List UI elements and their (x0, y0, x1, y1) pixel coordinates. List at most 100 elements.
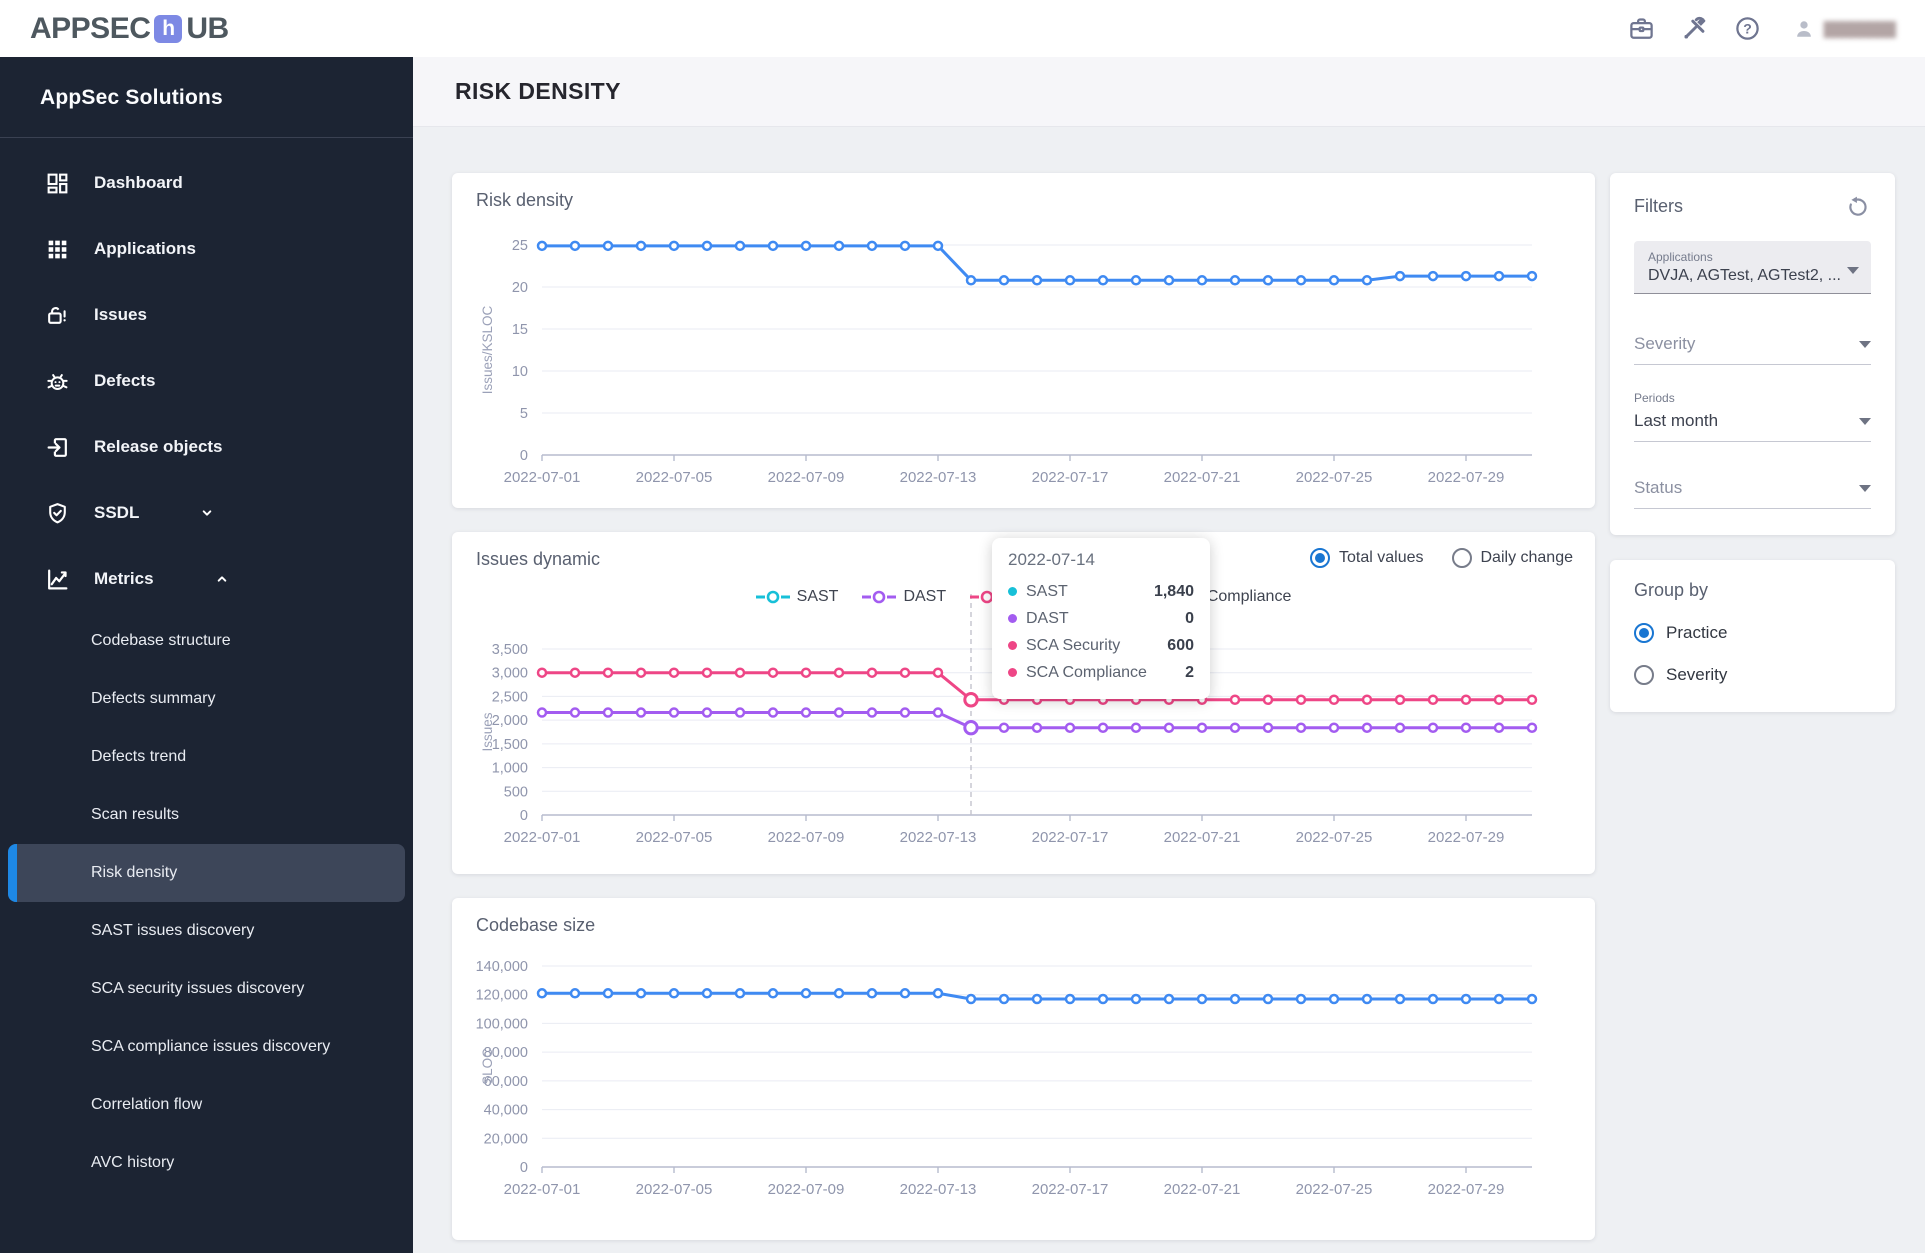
legend-item-sast[interactable]: SAST (755, 588, 838, 606)
severity-select[interactable]: Severity (1634, 334, 1871, 365)
legend-item-dast[interactable]: DAST (862, 588, 946, 606)
radio-label: Daily change (1480, 549, 1574, 566)
content: Risk density 0 5 10 15 20 25 2022-07-01 2022-07… (413, 127, 1925, 1240)
sidebar-item-issues[interactable]: Issues (0, 282, 413, 348)
user-menu[interactable]: ████████ (1793, 18, 1896, 40)
radio-unselected-icon (1634, 665, 1654, 685)
svg-text:3,500: 3,500 (492, 642, 528, 658)
sidebar-item-applications[interactable]: Applications (0, 216, 413, 282)
svg-text:2022-07-17: 2022-07-17 (1032, 1181, 1109, 1198)
svg-text:2022-07-17: 2022-07-17 (1032, 829, 1109, 846)
chart-title-issues-dynamic: Issues dynamic (476, 549, 601, 569)
chart-tooltip: 2022-07-14 SAST 1,840 DAST 0 SCA Security 600… (992, 538, 1210, 699)
sidebar-item-metrics[interactable]: Metrics (0, 546, 413, 612)
sidebar-subitem-sast-issues-discovery[interactable]: SAST issues discovery (8, 902, 405, 960)
tooltip-series-value: 2 (1185, 663, 1194, 681)
help-icon[interactable]: ? (1734, 15, 1761, 42)
status-select[interactable]: Status (1634, 478, 1871, 509)
sidebar-item-label: Release objects (94, 437, 223, 456)
chart-title-risk-density: Risk density (476, 190, 574, 210)
sidebar-title: AppSec Solutions (0, 57, 413, 138)
radio-unselected-icon (1451, 548, 1472, 568)
svg-text:0: 0 (520, 448, 528, 464)
reset-filters-icon[interactable] (1845, 193, 1871, 219)
sidebar-subitem-risk-density[interactable]: Risk density (8, 844, 405, 902)
sidebar-item-label: Applications (94, 239, 197, 258)
svg-text:3,000: 3,000 (492, 666, 528, 682)
charts-column: Risk density 0 5 10 15 20 25 2022-07-01 2022-07… (452, 173, 1595, 1240)
tooltip-series-value: 0 (1185, 609, 1194, 627)
svg-text:2022-07-09: 2022-07-09 (768, 829, 845, 846)
chart-icon (48, 569, 68, 589)
applications-select[interactable]: Applications DVJA, AGTest, AGTest2, ... (1634, 241, 1871, 294)
logo-suffix: UB (186, 11, 229, 45)
svg-text:?: ? (1743, 20, 1752, 36)
chevron-down-icon (1859, 340, 1871, 348)
svg-text:Issues/KSLOC: Issues/KSLOC (480, 305, 495, 394)
svg-text:2022-07-01: 2022-07-01 (504, 469, 581, 486)
svg-text:2,500: 2,500 (492, 689, 528, 705)
filters-column: Filters Applications DVJA, AGTest, AGTes… (1610, 173, 1895, 1240)
tooltip-series-label: SCA Compliance (1026, 663, 1147, 681)
radio-issues-mode-total-values[interactable]: Total values (1310, 548, 1424, 568)
applications-label: Applications (1648, 250, 1713, 264)
legend-line-marker-icon (755, 590, 790, 604)
series-dot-icon (1008, 587, 1017, 596)
sidebar-subitem-defects-trend[interactable]: Defects trend (8, 728, 405, 786)
topbar-actions: ? ████████ (1628, 15, 1896, 42)
sidebar-subitem-avc-history[interactable]: AVC history (8, 1134, 405, 1192)
sidebar-item-defects[interactable]: Defects (0, 348, 413, 414)
sidebar-menu: Dashboard Applications Issues Defects Releas… (0, 138, 413, 1192)
sidebar-subitem-codebase-structure[interactable]: Codebase structure (8, 612, 405, 670)
sidebar-item-label: Metrics (94, 569, 154, 588)
series-dot-icon (1008, 614, 1017, 623)
sidebar-subitem-sca-compliance-issues-discovery[interactable]: SCA compliance issues discovery (8, 1018, 405, 1076)
svg-text:2022-07-09: 2022-07-09 (768, 469, 845, 486)
exit-icon (47, 437, 67, 457)
applications-value: DVJA, AGTest, AGTest2, ... (1648, 267, 1841, 284)
sidebar-subitem-sca-security-issues-discovery[interactable]: SCA security issues discovery (8, 960, 405, 1018)
risk-density-chart[interactable]: 0 5 10 15 20 25 2022-07-01 2022-07-05 2022-07-09… (452, 173, 1595, 508)
briefcase-icon[interactable] (1628, 15, 1655, 42)
radio-group-by-severity[interactable]: Severity (1634, 659, 1871, 691)
top-bar: APPSEC h UB ? ████████ (0, 0, 1925, 57)
svg-text:2022-07-09: 2022-07-09 (768, 1181, 845, 1198)
radio-group-by-practice[interactable]: Practice (1634, 617, 1871, 649)
codebase-size-chart[interactable]: 020,00040,00060,00080,000100,000120,0001… (452, 898, 1595, 1240)
chevron-down-icon (203, 510, 212, 516)
sidebar-item-release-objects[interactable]: Release objects (0, 414, 413, 480)
tooltip-series-label: DAST (1026, 609, 1069, 627)
sidebar-item-label: Defects (94, 371, 156, 390)
tooltip-series-value: 600 (1167, 636, 1194, 654)
chevron-down-icon (1859, 484, 1871, 492)
svg-text:2022-07-25: 2022-07-25 (1296, 469, 1373, 486)
issues-mode-radiogroup: Total values Daily change (1310, 548, 1573, 568)
tooltip-date: 2022-07-14 (1008, 550, 1095, 569)
svg-text:1,000: 1,000 (492, 761, 528, 777)
sidebar-item-ssdl[interactable]: SSDL (0, 480, 413, 546)
radio-label: Practice (1666, 623, 1728, 642)
sidebar-subitem-correlation-flow[interactable]: Correlation flow (8, 1076, 405, 1134)
svg-text:140,000: 140,000 (476, 959, 528, 975)
sidebar-subitem-defects-summary[interactable]: Defects summary (8, 670, 405, 728)
sidebar-item-dashboard[interactable]: Dashboard (0, 150, 413, 216)
person-icon (1796, 20, 1811, 37)
risk-density-card: Risk density 0 5 10 15 20 25 2022-07-01 2022-07… (452, 173, 1595, 508)
tooltip-row-sca-compliance: SCA Compliance 2 (1008, 659, 1194, 686)
sidebar-subitem-scan-results[interactable]: Scan results (8, 786, 405, 844)
periods-select[interactable]: Last month (1634, 411, 1871, 442)
bug-icon (47, 373, 68, 390)
legend-label: DAST (903, 588, 947, 605)
svg-text:25: 25 (512, 238, 528, 254)
severity-placeholder: Severity (1634, 334, 1696, 353)
codebase-size-card: Codebase size 0 20,000 40,000 60,000 80,000 1… (452, 898, 1595, 1240)
tools-icon[interactable] (1681, 15, 1708, 42)
svg-text:2022-07-05: 2022-07-05 (636, 469, 713, 486)
periods-label: Periods (1634, 391, 1675, 405)
lock-alert-icon (48, 306, 66, 324)
filters-card: Filters Applications DVJA, AGTest, AGTes… (1610, 173, 1895, 535)
radio-label: Total values (1339, 549, 1424, 566)
svg-text:2022-07-17: 2022-07-17 (1032, 469, 1109, 486)
svg-text:1,500: 1,500 (492, 737, 528, 753)
radio-issues-mode-daily-change[interactable]: Daily change (1451, 548, 1574, 568)
